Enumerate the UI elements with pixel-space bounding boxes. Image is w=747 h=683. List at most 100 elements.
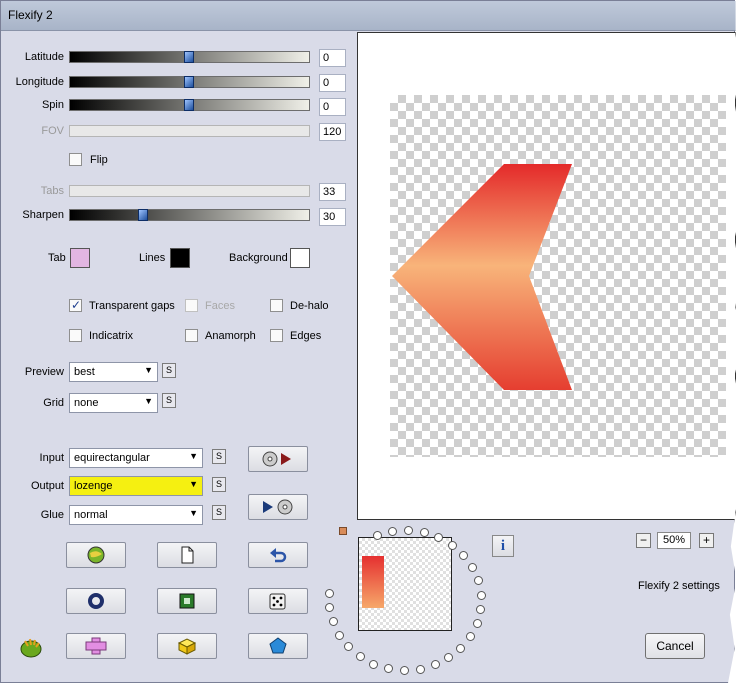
export-projection-button[interactable] [248,494,308,520]
longitude-slider[interactable] [69,76,310,88]
longitude-thumb[interactable] [184,76,194,88]
dial-dot[interactable] [465,632,475,642]
dial-dot[interactable] [459,550,469,560]
spin-value[interactable]: 0 [319,98,346,116]
dial-dot[interactable] [473,576,483,586]
dial-dot[interactable] [430,660,440,670]
document-icon [181,546,194,564]
input-s-button[interactable]: S [212,449,226,464]
pentagon-button[interactable] [248,633,308,659]
window-title: Flexify 2 [8,8,53,22]
disc-to-arrow-icon [262,451,291,467]
info-button[interactable]: i [492,535,514,557]
dial-dot[interactable] [467,562,477,572]
tab-color-label: Tab [48,252,66,264]
output-select-value: lozenge [74,480,113,492]
new-preset-button[interactable] [157,542,217,568]
navigator-thumbnail[interactable] [358,537,452,631]
cancel-button[interactable]: Cancel [645,633,705,659]
dehalo-label: De-halo [290,300,329,312]
dial-dot[interactable] [344,642,354,652]
dial-dot[interactable] [476,590,486,600]
dial-dot[interactable] [325,588,335,598]
dial-dot[interactable] [403,526,413,536]
input-select-value: equirectangular [74,452,150,464]
dial-dot[interactable] [384,664,394,674]
undo-arrow-icon [270,548,287,563]
dial-dot[interactable] [415,664,425,674]
preview-select[interactable]: best ▼ [69,362,158,382]
dial-dot[interactable] [325,603,335,613]
sharpen-value[interactable]: 30 [319,208,346,226]
dial-dot[interactable] [456,643,466,653]
ring-button[interactable] [66,588,126,614]
flip-checkbox[interactable] [69,153,82,166]
lines-color-swatch[interactable] [170,248,190,268]
background-color-swatch[interactable] [290,248,310,268]
edges-checkbox[interactable] [270,329,283,342]
navigator-handle[interactable] [339,527,347,535]
dial-dot[interactable] [373,530,383,540]
dial-dot[interactable] [334,630,344,640]
grid-label: Grid [43,397,64,409]
preview-s-button[interactable]: S [162,363,176,378]
output-preview[interactable] [357,32,736,520]
lozenge-shape-preview [392,164,572,390]
undo-button[interactable] [248,542,308,568]
dial-dot[interactable] [355,652,365,662]
indicatrix-label: Indicatrix [89,330,134,342]
dial-dot[interactable] [472,619,482,629]
grid-s-button[interactable]: S [162,393,176,408]
ring-icon [88,593,104,609]
frame-button[interactable] [157,588,217,614]
sharpen-slider[interactable] [69,209,310,221]
cross-button[interactable] [66,633,126,659]
zoom-out-button[interactable]: − [636,533,651,548]
zoom-in-button[interactable]: + [699,533,714,548]
chevron-down-icon: ▼ [189,479,198,489]
tab-color-swatch[interactable] [70,248,90,268]
background-color-label: Background [229,252,288,264]
chevron-down-icon: ▼ [144,365,153,375]
flexify-logo-icon [19,635,45,662]
output-s-button[interactable]: S [212,477,226,492]
glue-select[interactable]: normal ▼ [69,505,203,525]
import-projection-button[interactable] [248,446,308,472]
chevron-down-icon: ▼ [189,451,198,461]
fov-label: FOV [41,125,64,137]
dial-dot[interactable] [419,528,429,538]
spin-label: Spin [41,99,64,111]
dial-dot[interactable] [447,540,457,550]
latitude-value[interactable]: 0 [319,49,346,67]
dice-icon [269,593,286,610]
dehalo-checkbox[interactable] [270,299,283,312]
dial-dot[interactable] [444,653,454,663]
spin-slider[interactable] [69,99,310,111]
output-select[interactable]: lozenge ▼ [69,476,203,496]
randomize-globe-button[interactable] [66,542,126,568]
random-dice-button[interactable] [248,588,308,614]
flexify-window: Flexify 2 Latitude 0 Longitude 0 Spin 0 … [0,0,736,683]
grid-select[interactable]: none ▼ [69,393,158,413]
latitude-slider[interactable] [69,51,310,63]
dial-dot[interactable] [369,659,379,669]
latitude-thumb[interactable] [184,51,194,63]
transparent-gaps-checkbox[interactable] [69,298,82,312]
sharpen-thumb[interactable] [138,209,148,221]
tabs-slider [69,185,310,197]
tabs-label: Tabs [40,185,64,197]
dial-dot[interactable] [476,605,486,615]
anamorph-checkbox[interactable] [185,329,198,342]
flip-label: Flip [90,154,108,166]
spin-thumb[interactable] [184,99,194,111]
cube-button[interactable] [157,633,217,659]
indicatrix-checkbox[interactable] [69,329,82,342]
longitude-value[interactable]: 0 [319,74,346,92]
dial-dot[interactable] [328,617,338,627]
preview-select-value: best [74,366,95,378]
dial-dot[interactable] [388,526,398,536]
dial-dot[interactable] [399,665,409,675]
longitude-label: Longitude [15,76,64,88]
input-select[interactable]: equirectangular ▼ [69,448,203,468]
glue-s-button[interactable]: S [212,505,226,520]
